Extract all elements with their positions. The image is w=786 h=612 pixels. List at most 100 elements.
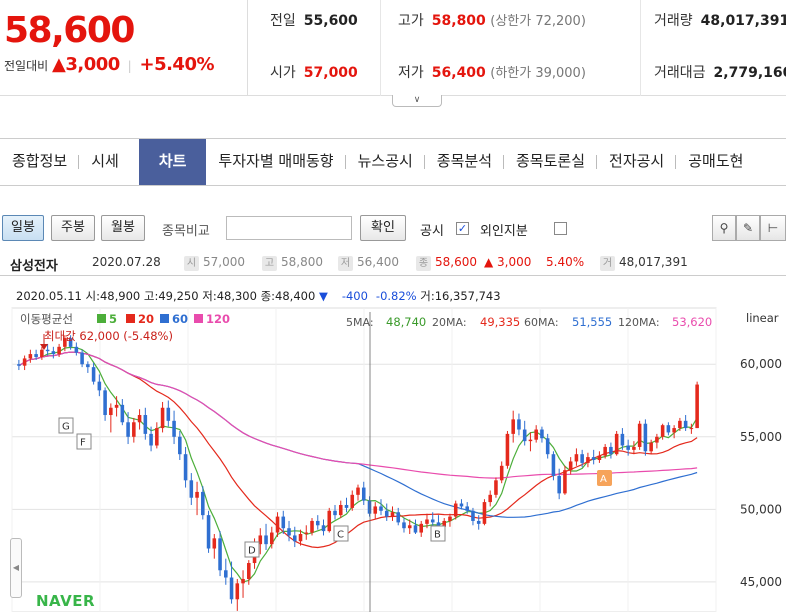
change-label: 전일대비 (4, 59, 49, 73)
marker-a[interactable]: A (597, 470, 612, 486)
marker-b[interactable]: B (430, 525, 446, 542)
candle-body (310, 520, 314, 533)
candle-body (269, 532, 274, 545)
candle-body (626, 445, 630, 450)
candle-body (655, 436, 659, 443)
candle-body (373, 506, 378, 514)
candle-body (517, 419, 521, 430)
stat-high: 고가 58,800 (상한가 72,200) (398, 13, 586, 29)
ma5-swatch (97, 314, 106, 323)
candle-body (505, 433, 510, 466)
candle-body (407, 525, 412, 529)
weekly-button[interactable]: 주봉 (51, 215, 95, 241)
foreign-checkbox[interactable] (554, 222, 567, 235)
svg-text:C: C (337, 530, 344, 541)
tab-overview[interactable]: 종합정보 (0, 139, 80, 185)
candle-body (229, 577, 234, 600)
tab-discussion[interactable]: 종목토론실 (504, 139, 598, 185)
marker-d[interactable]: D (244, 541, 260, 558)
ma20-value: 49,335 (480, 315, 520, 329)
y-tick-label: 45,000 (740, 575, 782, 589)
tab-investor[interactable]: 투자자별 매매동향 (206, 139, 346, 185)
crosshair-icon[interactable]: ⊢ (760, 215, 786, 241)
open-tag: 시 (184, 256, 199, 271)
scale-label[interactable]: linear (746, 311, 779, 325)
candle-body (132, 422, 136, 437)
candle-body (114, 404, 119, 408)
candle-body (80, 352, 84, 365)
up-arrow-icon: ▲ (52, 54, 66, 75)
tab-quotes[interactable]: 시세 (79, 139, 139, 185)
candle (494, 477, 498, 498)
expand-toggle[interactable]: ∨ (392, 95, 442, 107)
marker-c[interactable]: C (333, 525, 349, 542)
candle (206, 510, 211, 553)
draw-pin-icon[interactable]: ⚲ (712, 215, 736, 241)
candle-body (448, 516, 452, 521)
daily-button[interactable]: 일봉 (2, 215, 44, 241)
candle-body (350, 494, 355, 508)
stat-volume: 거래량 48,017,391 (654, 13, 786, 29)
chart-toolbar: 일봉 주봉 월봉 종목비교 확인 공시 ✓ 외인지분 ⚲ ✎ ⊢ (0, 212, 786, 246)
candle-body (137, 415, 142, 423)
ma20-swatch (126, 314, 135, 323)
candle-body (632, 446, 636, 450)
chart-scroll-handle[interactable]: ◀ (10, 538, 22, 598)
candle-body (287, 528, 291, 536)
stock-tabs: 종합정보 시세 차트 투자자별 매매동향 뉴스공시 종목분석 종목토론실 전자공… (0, 138, 786, 186)
tab-analysis[interactable]: 종목분석 (425, 139, 505, 185)
tab-disclosure[interactable]: 전자공시 (597, 139, 677, 185)
svg-text:2020.05.11 시:48,900 고:49,250 저: 2020.05.11 시:48,900 고:49,250 저:48,300 종:… (16, 289, 501, 303)
info-pct: 5.40% (546, 255, 585, 269)
candle-body (488, 494, 492, 503)
candle (695, 381, 699, 429)
candle-body (367, 500, 372, 514)
candle-body (57, 346, 61, 355)
cursor-close: 종:48,400 (261, 289, 316, 303)
candle-body (338, 504, 343, 516)
high-tag: 고 (262, 256, 277, 271)
candle-body (620, 433, 625, 446)
candle-body (384, 510, 389, 517)
cursor-open: 시:48,900 (86, 289, 141, 303)
tab-news[interactable]: 뉴스공시 (346, 139, 426, 185)
info-date: 2020.07.28 (92, 255, 161, 269)
ma60-swatch (160, 314, 169, 323)
candle-body (51, 351, 56, 355)
pencil-icon[interactable]: ✎ (736, 215, 760, 241)
candle-body (218, 538, 222, 571)
svg-text:F: F (80, 438, 86, 449)
candle-body (321, 525, 326, 532)
monthly-button[interactable]: 월봉 (101, 215, 145, 241)
candle-body (689, 428, 694, 430)
cursor-pct: -0.82% (376, 289, 417, 303)
candle-body (74, 346, 79, 353)
day-info: 삼성전자 2020.07.28 시 57,000 고 58,800 저 56,400 … (0, 248, 786, 276)
candle-body (120, 404, 125, 423)
candle-body (361, 487, 366, 501)
marker-g[interactable]: G (58, 417, 74, 434)
disclosure-checkbox[interactable]: ✓ (456, 222, 469, 235)
candle-body (315, 520, 320, 526)
y-tick-label: 60,000 (740, 357, 782, 371)
candle-body (17, 364, 21, 366)
ma5-value: 48,740 (386, 315, 426, 329)
candle-body (247, 563, 251, 579)
current-price: 58,600 (4, 10, 135, 51)
candle-body (551, 454, 556, 476)
max-annotation: 최대값 62,000 (-5.48%) (44, 329, 173, 343)
price-chart[interactable]: 60,000 55,000 50,000 45,000 2020.05.11 시:48… (0, 284, 786, 612)
marker-f[interactable]: F (76, 433, 92, 450)
tab-chart[interactable]: 차트 (138, 139, 207, 185)
confirm-button[interactable]: 확인 (360, 215, 406, 241)
tab-short-selling[interactable]: 공매도현 (676, 139, 755, 185)
candle-body (672, 428, 676, 433)
candle-body (379, 506, 383, 511)
ma5-value-label: 5MA: (346, 316, 374, 329)
candlestick-chart[interactable]: 60,000 55,000 50,000 45,000 2020.05.11 시:48… (0, 284, 786, 612)
compare-input[interactable] (226, 216, 352, 240)
cursor-change: -400 (342, 289, 368, 303)
cursor-high: 고:49,250 (144, 289, 199, 303)
candle-body (459, 503, 464, 507)
candle (327, 507, 332, 533)
